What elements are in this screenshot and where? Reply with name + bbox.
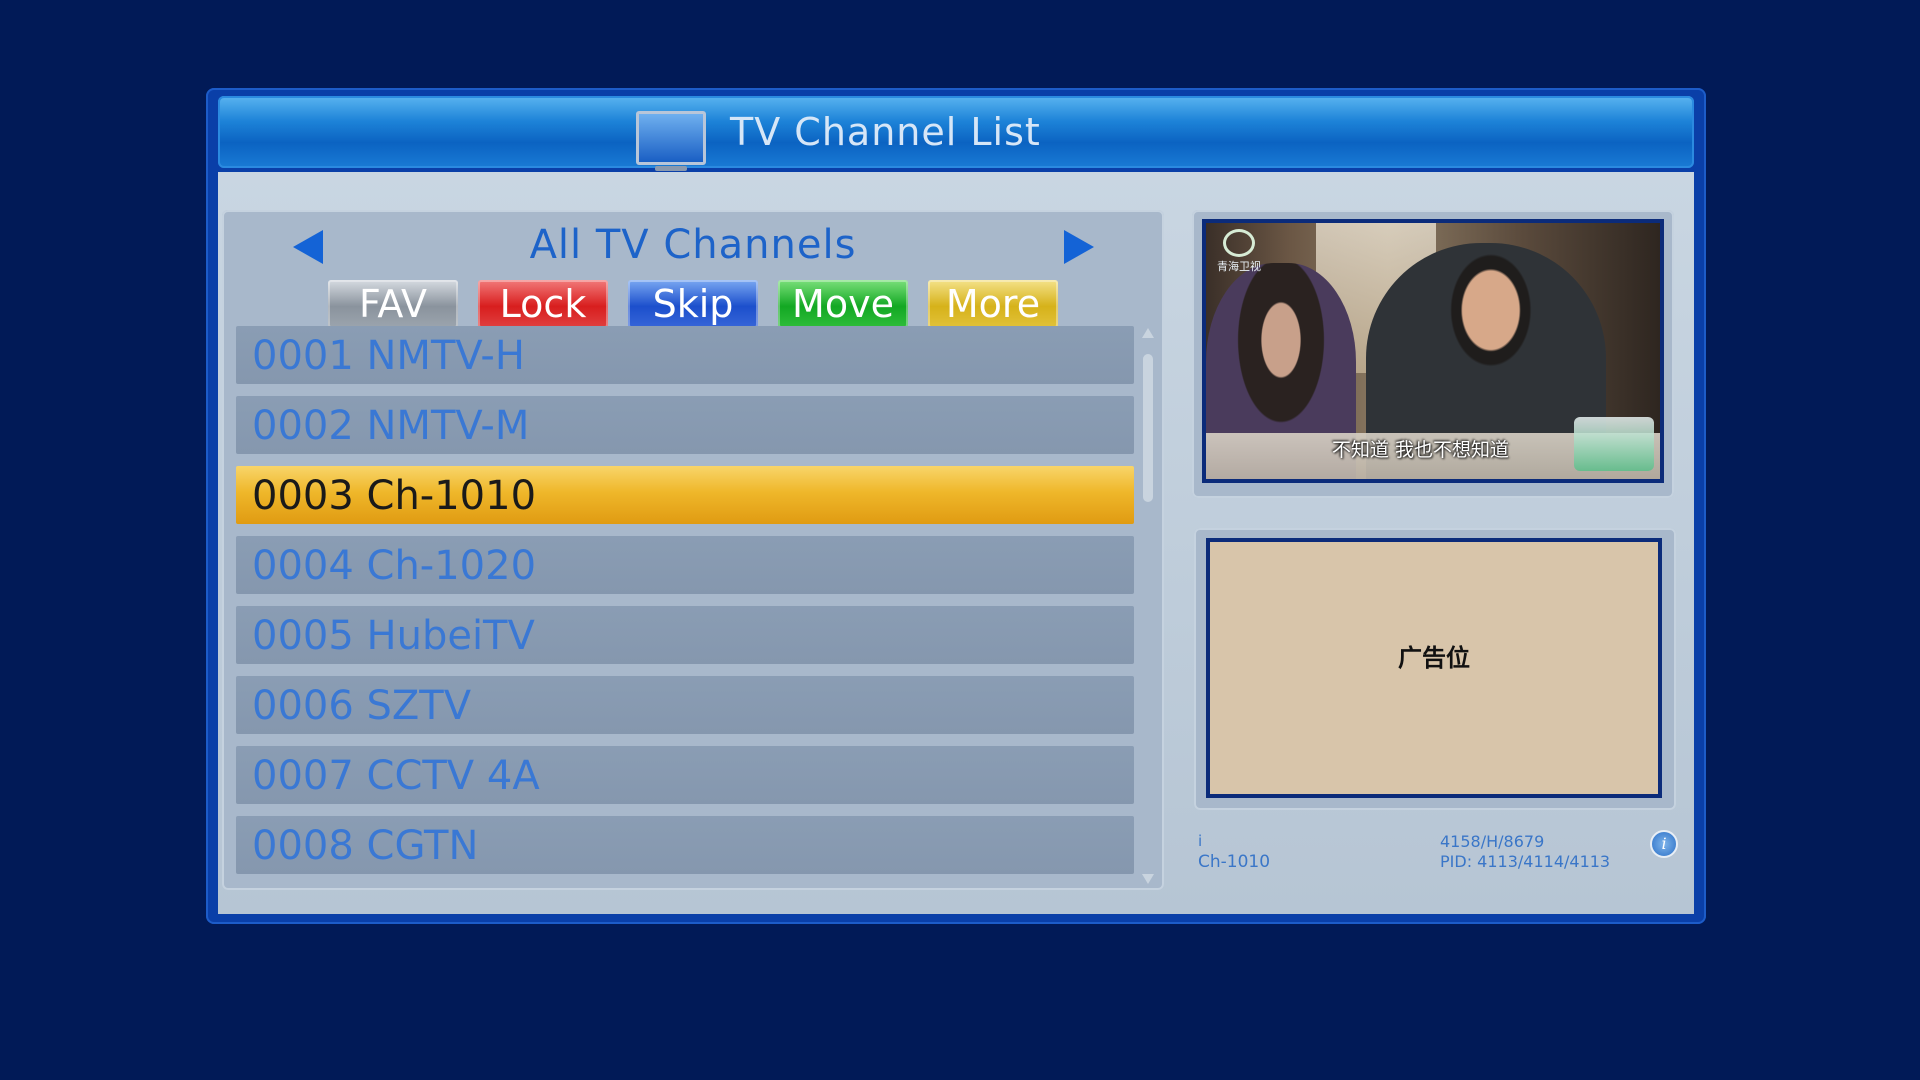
channel-group-title: All TV Channels	[529, 222, 857, 268]
scroll-thumb[interactable]	[1143, 354, 1153, 502]
info-frequency: 4158/H/8679	[1440, 832, 1545, 851]
preview-frame: 青海卫视 不知道 我也不想知道	[1192, 210, 1674, 498]
channel-label: 0002 NMTV-M	[252, 403, 530, 449]
channel-row-selected[interactable]: 0003 Ch-1010	[236, 466, 1134, 524]
preview-subtitle: 不知道 我也不想知道	[1332, 439, 1510, 461]
station-logo-text: 青海卫视	[1217, 260, 1261, 273]
channel-label: 0003 Ch-1010	[252, 473, 537, 519]
program-badge	[1574, 417, 1654, 471]
ad-box: 广告位	[1206, 538, 1662, 798]
title-bar: TV Channel List	[218, 96, 1694, 171]
station-logo: 青海卫视	[1216, 229, 1262, 273]
info-label-i: i	[1198, 832, 1203, 850]
channel-list-scrollbar[interactable]	[1141, 326, 1155, 886]
ad-text: 广告位	[1398, 644, 1470, 672]
info-channel-name: Ch-1010	[1198, 852, 1271, 872]
channel-label: 0008 CGTN	[252, 823, 479, 869]
channel-label: 0001 NMTV-H	[252, 333, 525, 379]
channel-label: 0005 HubeiTV	[252, 613, 535, 659]
skip-button[interactable]: Skip	[628, 280, 758, 328]
channel-label: 0004 Ch-1020	[252, 543, 537, 589]
ad-frame: 广告位	[1194, 528, 1676, 810]
channel-list-window: TV Channel List All TV Channels FAV Lock…	[206, 88, 1706, 924]
live-preview-video: 青海卫视 不知道 我也不想知道	[1202, 219, 1664, 483]
channel-row[interactable]: 0007 CCTV 4A	[236, 746, 1134, 804]
station-logo-ring-icon	[1223, 229, 1255, 257]
channel-info: i Ch-1010 4158/H/8679 PID: 4113/4114/411…	[1198, 830, 1688, 900]
info-pid: PID: 4113/4114/4113	[1440, 852, 1611, 871]
window-title: TV Channel List	[730, 110, 1041, 154]
channel-row[interactable]: 0004 Ch-1020	[236, 536, 1134, 594]
window-body: All TV Channels FAV Lock Skip Move More …	[218, 172, 1694, 914]
channel-row[interactable]: 0008 CGTN	[236, 816, 1134, 874]
info-icon[interactable]: i	[1650, 830, 1678, 858]
channel-list-panel: All TV Channels FAV Lock Skip Move More …	[222, 210, 1164, 890]
lock-button[interactable]: Lock	[478, 280, 608, 328]
scroll-up-icon[interactable]	[1142, 328, 1154, 338]
screen: TV Channel List All TV Channels FAV Lock…	[0, 0, 1920, 1080]
channel-row[interactable]: 0001 NMTV-H	[236, 326, 1134, 384]
next-group-arrow-icon[interactable]	[1064, 230, 1094, 264]
tv-icon	[636, 111, 706, 171]
move-button[interactable]: Move	[778, 280, 908, 328]
channel-row[interactable]: 0002 NMTV-M	[236, 396, 1134, 454]
channel-label: 0007 CCTV 4A	[252, 753, 540, 799]
channel-label: 0006 SZTV	[252, 683, 472, 729]
fav-button[interactable]: FAV	[328, 280, 458, 328]
more-button[interactable]: More	[928, 280, 1058, 328]
channel-row[interactable]: 0005 HubeiTV	[236, 606, 1134, 664]
scroll-down-icon[interactable]	[1142, 874, 1154, 884]
channel-row[interactable]: 0006 SZTV	[236, 676, 1134, 734]
